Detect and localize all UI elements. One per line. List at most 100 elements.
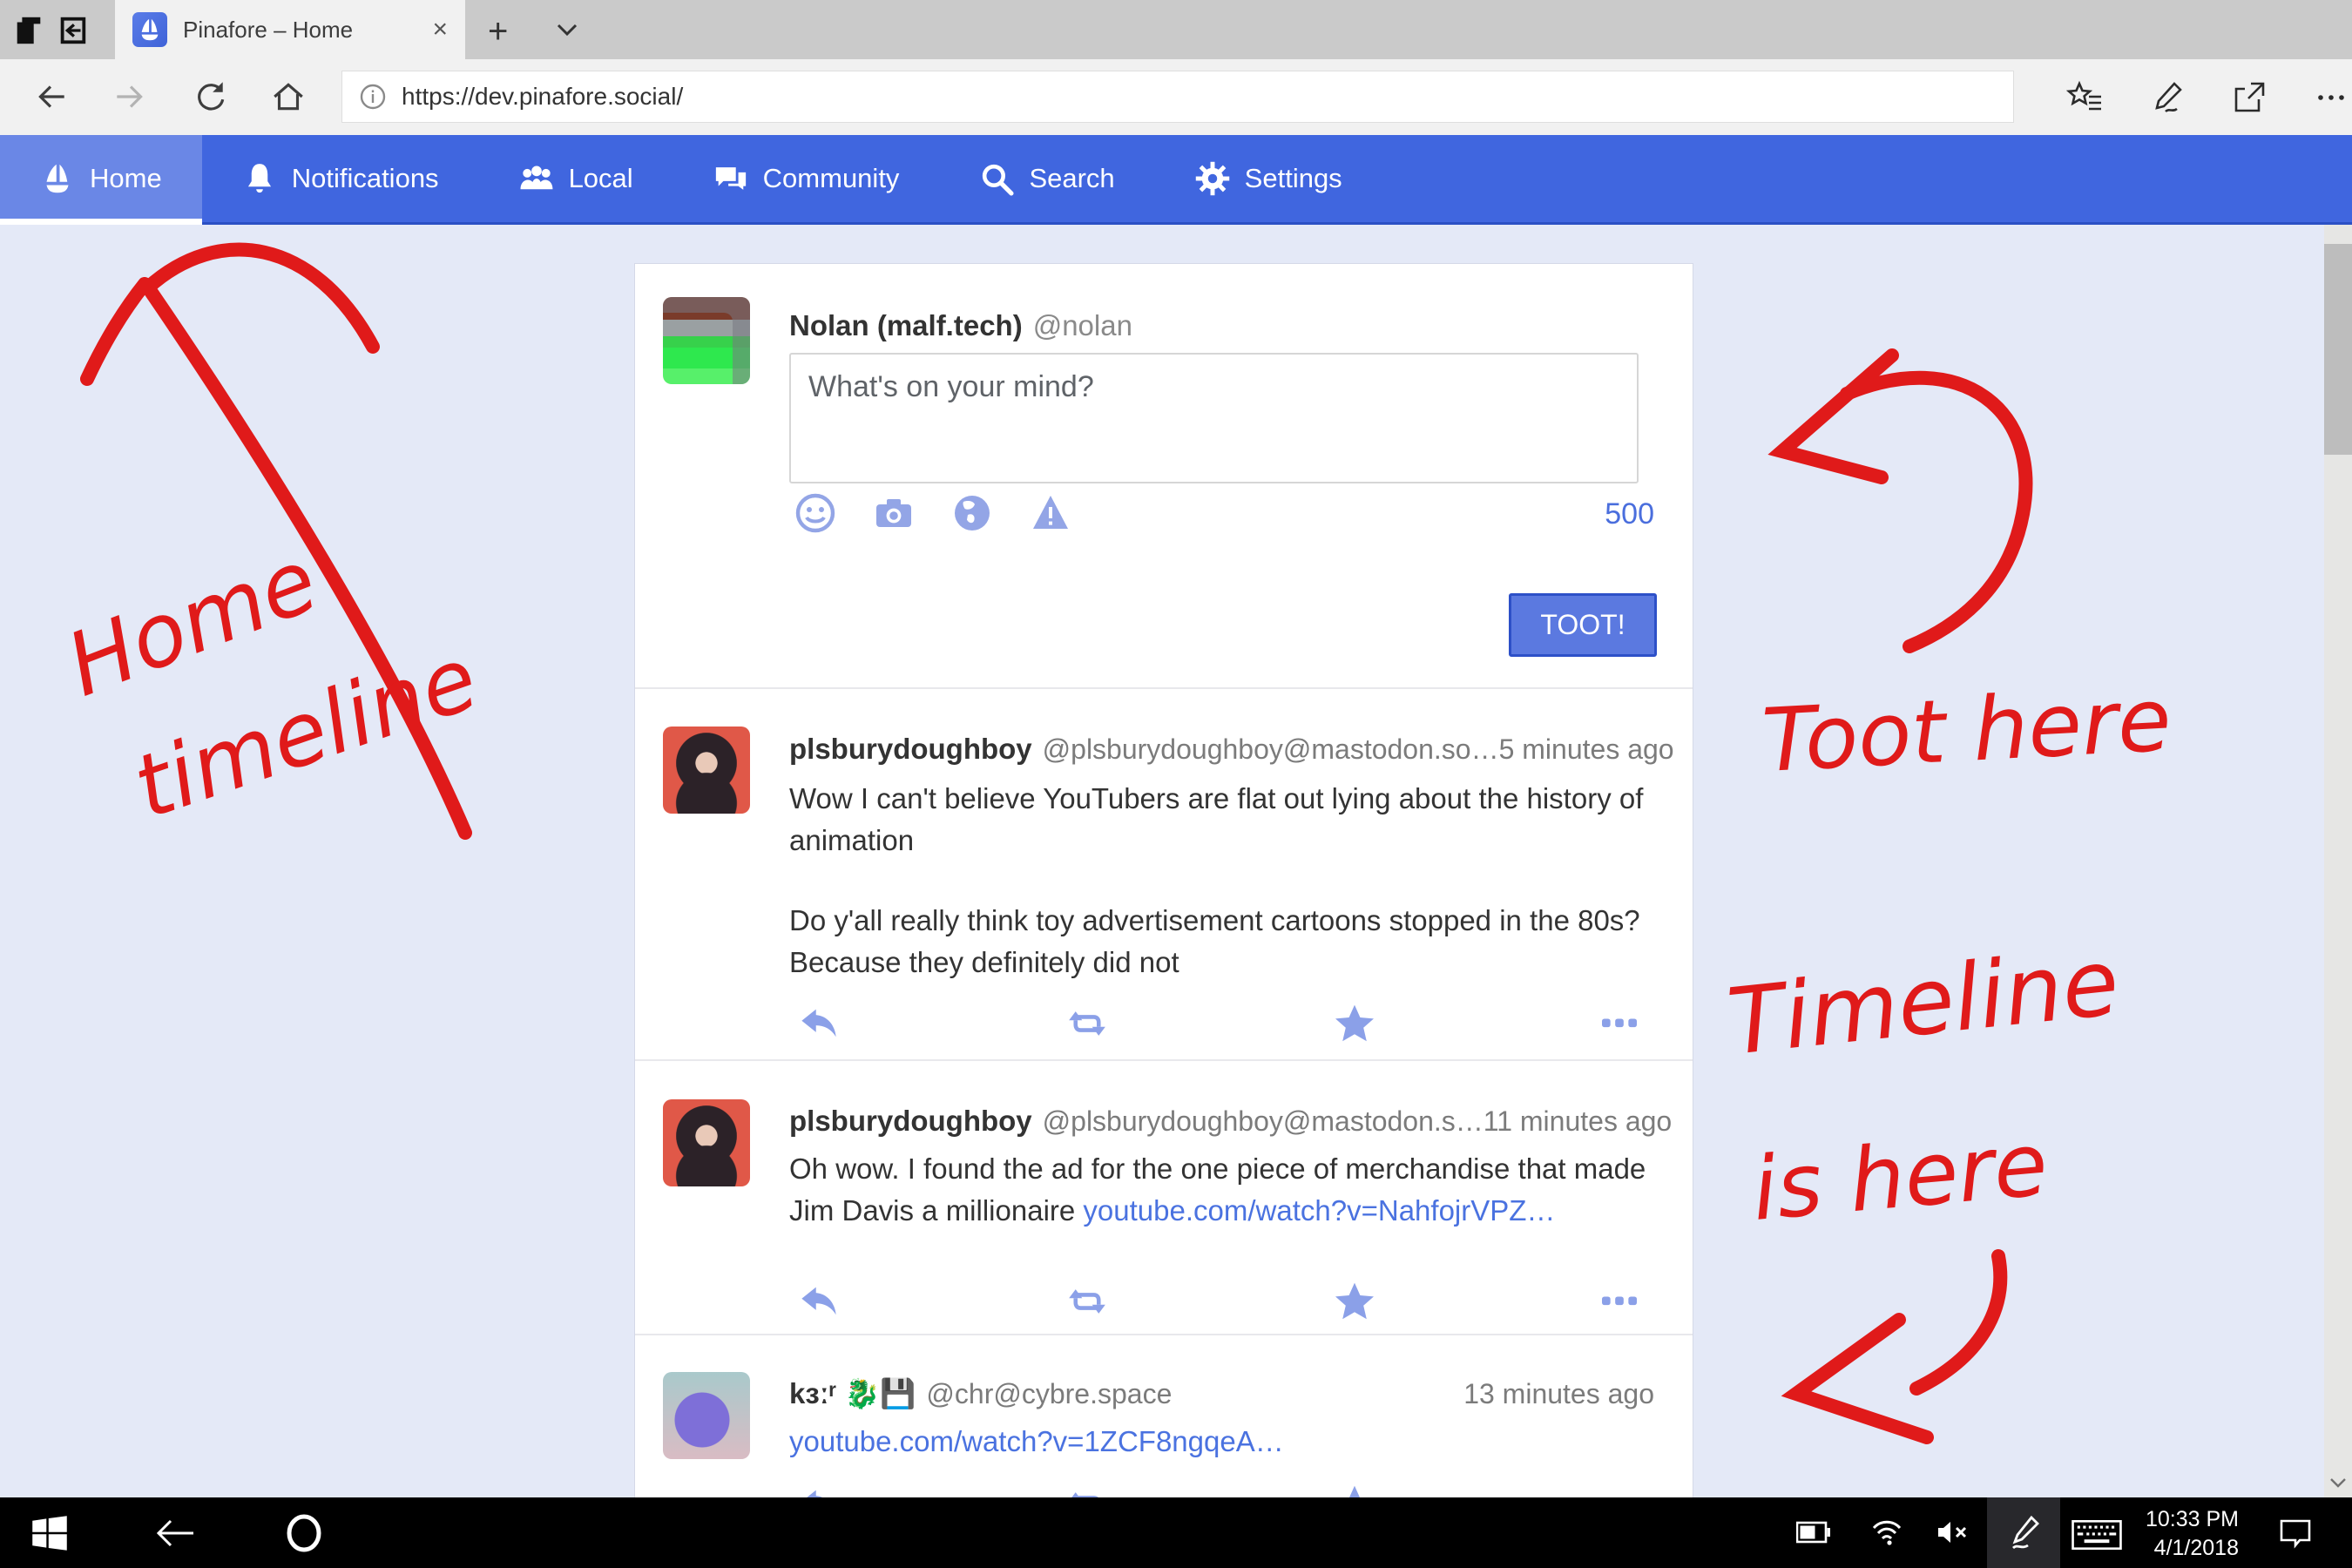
nav-label: Community: [763, 163, 900, 194]
pinafore-favicon: [132, 12, 167, 47]
scrollbar-thumb[interactable]: [2324, 244, 2352, 455]
favorite-star-icon[interactable]: [1334, 1281, 1375, 1322]
set-tabs-aside-icon[interactable]: [12, 14, 45, 47]
sailboat-icon: [40, 161, 75, 196]
back-icon[interactable]: [33, 78, 70, 115]
address-bar[interactable]: https://dev.pinafore.social/: [341, 71, 2014, 123]
site-info-icon[interactable]: [358, 82, 388, 112]
post-timestamp[interactable]: 11 minutes ago: [1484, 1105, 1672, 1138]
more-menu-icon[interactable]: [2312, 78, 2350, 117]
share-icon[interactable]: [2230, 78, 2268, 117]
chat-bubbles-icon: [713, 161, 748, 196]
forward-icon[interactable]: [112, 78, 148, 115]
toot-button[interactable]: TOOT!: [1509, 593, 1657, 657]
camera-icon[interactable]: [873, 492, 915, 534]
globe-icon[interactable]: [951, 492, 993, 534]
post-actions: [798, 1482, 1637, 1497]
scroll-down-icon[interactable]: [2328, 1477, 2348, 1489]
divider: [635, 1059, 1693, 1061]
reply-icon[interactable]: [798, 1484, 840, 1497]
screen: Pinafore – Home × + https://de: [0, 0, 2352, 1568]
post-handle: @plsburydoughboy@mastodon.s…: [1043, 1105, 1484, 1138]
boost-icon[interactable]: [1066, 1281, 1108, 1322]
post-content: Oh wow. I found the ad for the one piece…: [789, 1148, 1656, 1232]
clock-date: 4/1/2018: [2136, 1534, 2239, 1563]
post-handle: @chr@cybre.space: [926, 1378, 1172, 1410]
pen-icon[interactable]: [2006, 1513, 2043, 1553]
browser-tab[interactable]: Pinafore – Home ×: [115, 0, 465, 59]
post-more-icon[interactable]: [1602, 1003, 1637, 1044]
emoji-icon[interactable]: [794, 492, 836, 534]
nav-item-search[interactable]: Search: [939, 135, 1154, 222]
avatar[interactable]: [663, 297, 750, 384]
wifi-icon[interactable]: [1869, 1517, 1904, 1548]
post-more-icon[interactable]: [1602, 1484, 1637, 1497]
tab-title: Pinafore – Home: [183, 17, 422, 44]
new-tab-button[interactable]: +: [488, 12, 508, 51]
avatar[interactable]: [663, 727, 750, 814]
post-timestamp[interactable]: 5 minutes ago: [1499, 733, 1674, 766]
content-warning-icon[interactable]: [1030, 492, 1071, 534]
tab-preview-chevron-icon[interactable]: [552, 19, 582, 40]
start-button-icon[interactable]: [31, 1515, 68, 1551]
tab-close-icon[interactable]: ×: [432, 17, 448, 43]
taskbar-clock[interactable]: 10:33 PM 4/1/2018: [2136, 1505, 2239, 1562]
post-link[interactable]: youtube.com/watch?v=1ZCF8ngqeA…: [789, 1425, 1284, 1457]
reply-icon[interactable]: [798, 1281, 840, 1322]
post-username[interactable]: plsburydoughboy: [789, 733, 1032, 766]
touch-keyboard-icon[interactable]: [2070, 1520, 2124, 1550]
pen-workspace-cell[interactable]: [1987, 1497, 2060, 1568]
post-more-icon[interactable]: [1602, 1281, 1637, 1322]
pinafore-nav: Home Notifications Local Community: [0, 135, 2352, 225]
post-timestamp[interactable]: 13 minutes ago: [1463, 1378, 1654, 1410]
display-name[interactable]: Nolan (malf.tech): [789, 309, 1023, 342]
restore-tabs-icon[interactable]: [56, 14, 89, 47]
browser-tab-strip: Pinafore – Home × +: [0, 0, 2352, 59]
taskbar-back-icon[interactable]: [153, 1517, 197, 1550]
nav-item-community[interactable]: Community: [673, 135, 940, 222]
post-header: plsburydoughboy @plsburydoughboy@mastodo…: [789, 733, 1654, 766]
boost-icon[interactable]: [1066, 1003, 1108, 1044]
action-center-icon[interactable]: [2277, 1517, 2314, 1551]
avatar[interactable]: [663, 1099, 750, 1186]
nav-item-local[interactable]: Local: [479, 135, 673, 222]
clock-time: 10:33 PM: [2136, 1505, 2239, 1534]
nav-item-home[interactable]: Home: [0, 135, 202, 222]
nav-item-settings[interactable]: Settings: [1155, 135, 1382, 222]
scrollbar[interactable]: [2324, 225, 2352, 1497]
taskbar: 10:33 PM 4/1/2018: [0, 1497, 2352, 1568]
post-paragraph: Wow I can't believe YouTubers are flat o…: [789, 778, 1656, 862]
nav-label: Local: [569, 163, 633, 194]
post-header: kɜːʳ 🐉💾 @chr@cybre.space 13 minutes ago: [789, 1377, 1654, 1411]
nav-label: Notifications: [292, 163, 439, 194]
favorites-hub-icon[interactable]: [2066, 78, 2105, 117]
post-link[interactable]: youtube.com/watch?v=NahfojrVPZ…: [1083, 1194, 1555, 1227]
volume-muted-icon[interactable]: [1936, 1518, 1972, 1546]
post-username[interactable]: kɜːʳ 🐉💾: [789, 1377, 916, 1411]
nav-label: Search: [1029, 163, 1114, 194]
nav-item-notifications[interactable]: Notifications: [202, 135, 479, 222]
post-actions: [798, 1001, 1637, 1046]
url-text[interactable]: https://dev.pinafore.social/: [402, 83, 683, 111]
post-paragraph: Do y'all really think toy advertisement …: [789, 900, 1656, 983]
cortana-icon[interactable]: [284, 1512, 324, 1554]
browser-toolbar: https://dev.pinafore.social/: [0, 59, 2352, 135]
people-icon: [519, 161, 554, 196]
favorite-star-icon[interactable]: [1334, 1484, 1375, 1497]
reply-icon[interactable]: [798, 1003, 840, 1044]
bell-icon: [242, 161, 277, 196]
post-username[interactable]: plsburydoughboy: [789, 1105, 1032, 1138]
user-handle: @nolan: [1033, 309, 1132, 342]
boost-icon[interactable]: [1066, 1484, 1108, 1497]
post-actions: [798, 1279, 1637, 1324]
post-handle: @plsburydoughboy@mastodon.so…: [1043, 733, 1499, 766]
avatar[interactable]: [663, 1372, 750, 1459]
web-note-pen-icon[interactable]: [2148, 78, 2186, 117]
battery-icon[interactable]: [1796, 1520, 1831, 1544]
pinafore-page: Nolan (malf.tech) @nolan: [0, 225, 2352, 1497]
favorite-star-icon[interactable]: [1334, 1003, 1375, 1044]
refresh-icon[interactable]: [192, 78, 228, 115]
home-icon[interactable]: [270, 78, 307, 115]
compose-input[interactable]: [789, 353, 1639, 483]
nav-active-underline: [0, 219, 202, 225]
